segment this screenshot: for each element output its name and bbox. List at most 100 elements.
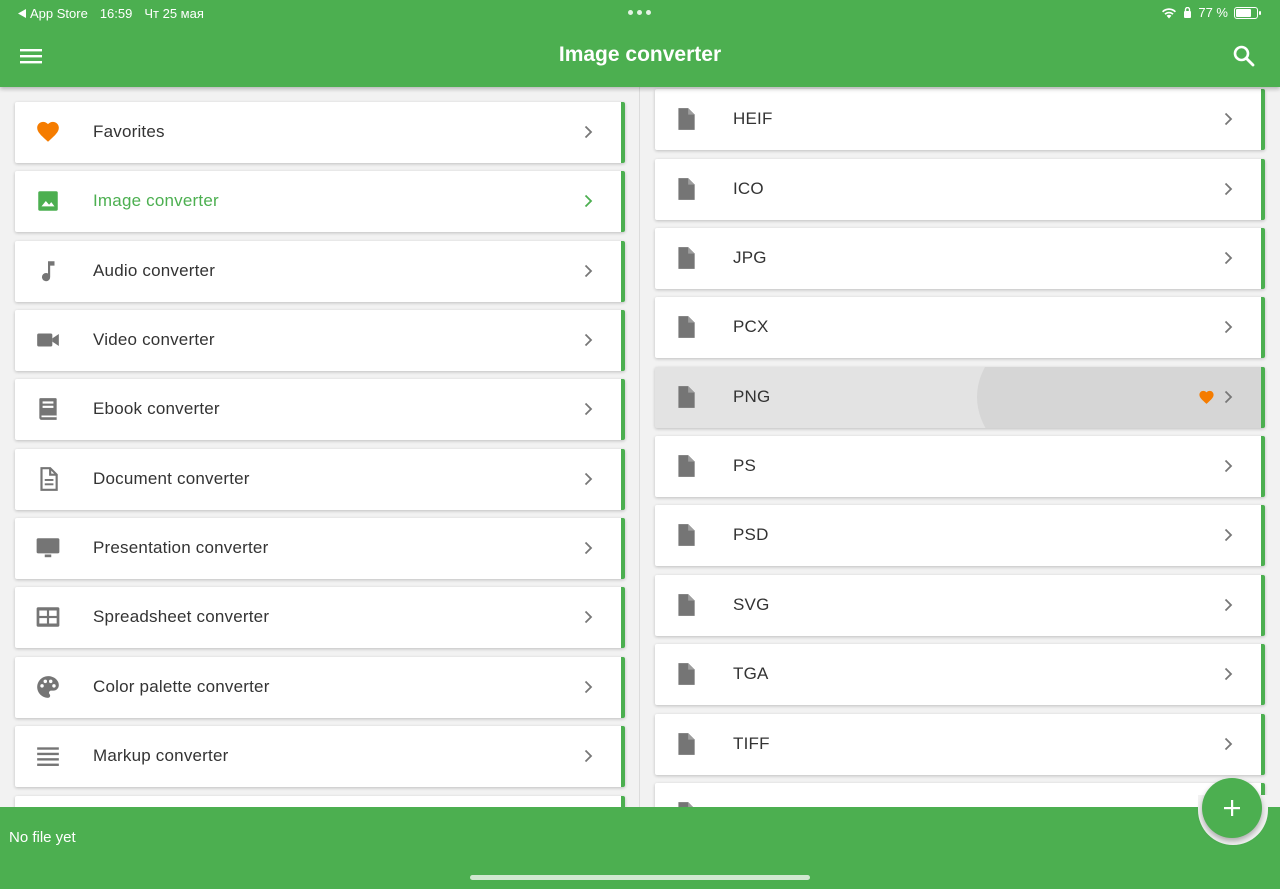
format-item-tiff[interactable]: TIFF (655, 714, 1265, 775)
file-icon (678, 733, 695, 755)
file-icon (678, 108, 695, 130)
chevron-right-icon (1224, 251, 1233, 265)
accent-stripe (1261, 644, 1265, 705)
table-icon (36, 607, 60, 627)
format-item-ps[interactable]: PS (655, 436, 1265, 497)
chevron-right-icon (1224, 390, 1233, 404)
file-icon (678, 455, 695, 477)
accent-stripe (621, 310, 625, 371)
status-bar: App Store 16:59 Чт 25 мая 77 % (0, 0, 1280, 26)
category-label: Color palette converter (93, 677, 270, 696)
category-item-color-palette-converter[interactable]: Color palette converter (15, 657, 625, 718)
category-item-ebook-converter[interactable]: Ebook converter (15, 379, 625, 440)
chevron-right-icon (1224, 667, 1233, 681)
file-icon (678, 178, 695, 200)
format-item-pcx[interactable]: PCX (655, 297, 1265, 358)
top-app-bar: App Store 16:59 Чт 25 мая 77 % Image con… (0, 0, 1280, 87)
orientation-lock-icon (1184, 6, 1192, 18)
format-label: HEIF (733, 109, 773, 128)
category-item-audio-converter[interactable]: Audio converter (15, 241, 625, 302)
accent-stripe (621, 241, 625, 302)
page-title: Image converter (558, 43, 722, 66)
file-icon (678, 247, 695, 269)
accent-stripe (1261, 714, 1265, 775)
category-item-video-converter[interactable]: Video converter (15, 310, 625, 371)
multitasking-dots-icon[interactable] (628, 10, 651, 15)
home-indicator[interactable] (470, 875, 810, 880)
category-label: Favorites (93, 122, 165, 141)
back-app-label: App Store (30, 6, 88, 21)
format-label: TGA (733, 664, 769, 683)
file-icon (678, 663, 695, 685)
heart-icon (37, 121, 59, 142)
music-note-icon (41, 261, 55, 282)
file-icon (678, 524, 695, 546)
file-icon (678, 802, 693, 807)
chevron-right-icon (584, 333, 593, 347)
category-item-markup-converter[interactable]: Markup converter (15, 726, 625, 787)
format-list[interactable]: HEIF ICO JPG PCX PNG PS PSD SVG TGA TIFF (640, 87, 1280, 807)
category-label: Presentation converter (93, 538, 269, 557)
accent-stripe (621, 171, 625, 232)
format-label: TIFF (733, 734, 770, 753)
plus-icon (1224, 800, 1240, 816)
category-label: Image converter (93, 191, 219, 210)
format-item-jpg[interactable]: JPG (655, 228, 1265, 289)
category-item-partial[interactable] (15, 796, 625, 807)
category-item-image-converter[interactable]: Image converter (15, 171, 625, 232)
search-icon[interactable] (1232, 44, 1256, 68)
document-icon (40, 467, 58, 491)
category-item-presentation-converter[interactable]: Presentation converter (15, 518, 625, 579)
format-item-psd[interactable]: PSD (655, 505, 1265, 566)
accent-stripe (621, 102, 625, 163)
chevron-right-icon (1224, 598, 1233, 612)
chevron-right-icon (1224, 737, 1233, 751)
battery-icon (1234, 6, 1261, 19)
accent-stripe (621, 379, 625, 440)
monitor-icon (36, 538, 60, 558)
accent-stripe (621, 726, 625, 787)
file-icon (678, 386, 695, 408)
file-icon (678, 594, 695, 616)
chevron-right-icon (584, 472, 593, 486)
category-label: Markup converter (93, 746, 229, 765)
category-item-document-converter[interactable]: Document converter (15, 449, 625, 510)
accent-stripe (621, 657, 625, 718)
accent-stripe (1261, 367, 1265, 428)
chevron-right-icon (584, 402, 593, 416)
favorite-heart-icon[interactable] (1198, 389, 1215, 406)
format-item-tga[interactable]: TGA (655, 644, 1265, 705)
category-item-favorites[interactable]: Favorites (15, 102, 625, 163)
image-icon (38, 191, 58, 211)
category-label: Document converter (93, 469, 250, 488)
accent-stripe (1261, 89, 1265, 150)
app-root: App Store 16:59 Чт 25 мая 77 % Image con… (0, 0, 1280, 889)
chevron-right-icon (584, 125, 593, 139)
format-item-svg[interactable]: SVG (655, 575, 1265, 636)
category-label: Audio converter (93, 261, 216, 280)
file-icon (678, 316, 695, 338)
category-item-spreadsheet-converter[interactable]: Spreadsheet converter (15, 587, 625, 648)
category-label: Video converter (93, 330, 215, 349)
format-item-heif[interactable]: HEIF (655, 89, 1265, 150)
accent-stripe (621, 796, 625, 807)
accent-stripe (621, 449, 625, 510)
battery-percent: 77 % (1198, 5, 1228, 20)
chevron-right-icon (1224, 112, 1233, 126)
accent-stripe (1261, 159, 1265, 220)
status-date: Чт 25 мая (144, 6, 204, 21)
chevron-right-icon (584, 749, 593, 763)
category-list[interactable]: Favorites Image converter Audio converte… (0, 87, 640, 807)
format-item-partial[interactable] (655, 783, 1265, 807)
chevron-right-icon (1224, 528, 1233, 542)
format-item-png[interactable]: PNG (655, 367, 1265, 428)
back-to-app-link[interactable]: App Store (18, 6, 88, 21)
chevron-right-icon (584, 680, 593, 694)
add-file-button[interactable] (1202, 778, 1262, 838)
chevron-right-icon (584, 541, 593, 555)
format-item-ico[interactable]: ICO (655, 159, 1265, 220)
chevron-right-icon (1224, 182, 1233, 196)
bottom-app-bar: No file yet (0, 807, 1280, 889)
book-icon (39, 398, 57, 420)
format-label: SVG (733, 595, 770, 614)
